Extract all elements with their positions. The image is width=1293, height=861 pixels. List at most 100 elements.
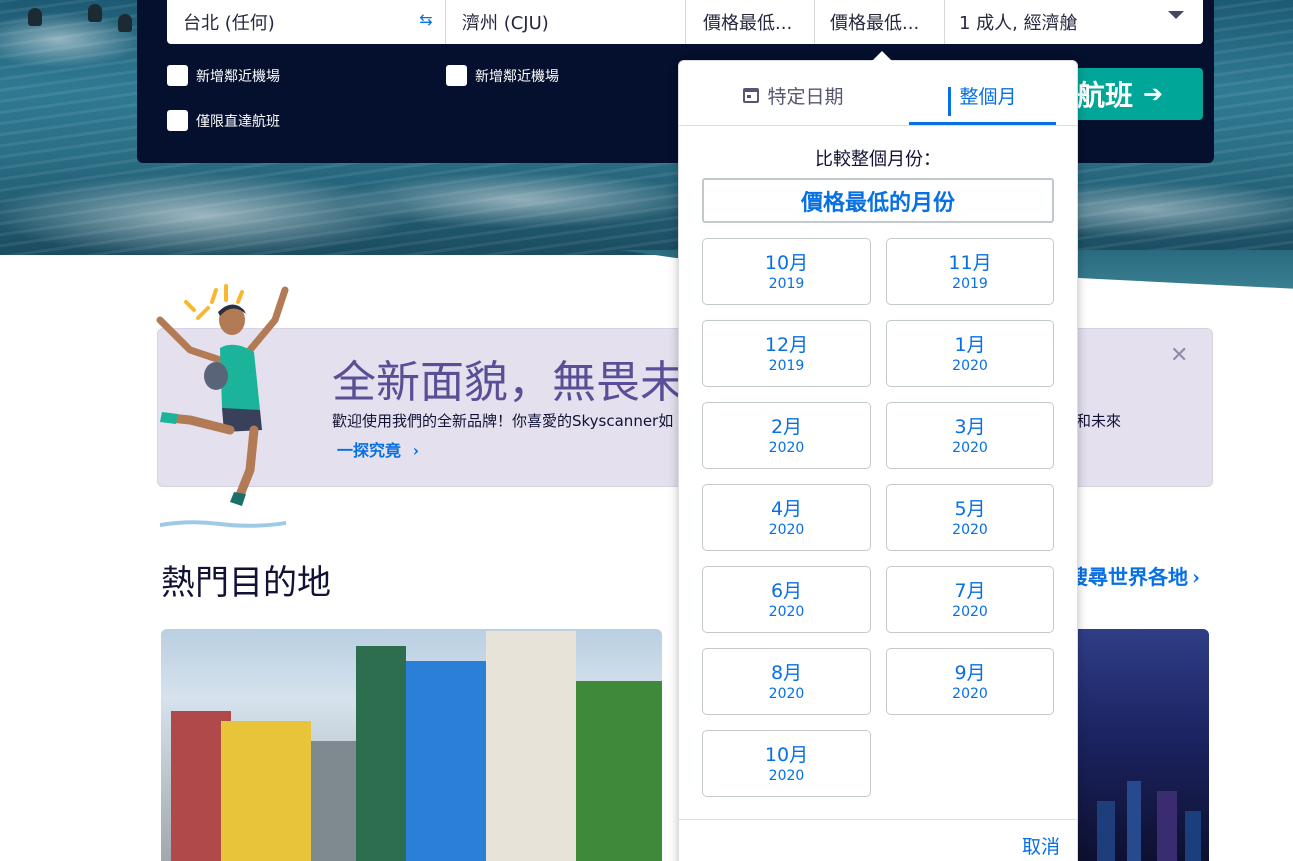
banner-link-label: 一探究竟	[337, 441, 402, 460]
month-option[interactable]: 2月 2020	[702, 402, 871, 469]
month-option[interactable]: 5月 2020	[886, 484, 1054, 551]
month-label: 3月	[954, 415, 986, 438]
banner-learn-more-link[interactable]: 一探究竟 ›	[337, 437, 419, 461]
building	[1185, 811, 1201, 861]
month-option[interactable]: 9月 2020	[886, 648, 1054, 715]
year-label: 2020	[952, 685, 988, 702]
chevron-right-icon: ›	[1192, 565, 1200, 589]
building	[576, 681, 662, 861]
close-icon[interactable]: ✕	[1170, 343, 1188, 368]
month-option[interactable]: 12月 2019	[702, 320, 871, 387]
return-date-field[interactable]: 價格最低...	[815, 0, 945, 44]
building	[221, 721, 311, 861]
divider	[679, 125, 1077, 126]
direct-flights-checkbox[interactable]: 僅限直達航班	[167, 110, 280, 131]
year-label: 2020	[952, 439, 988, 456]
tab-label: 特定日期	[767, 85, 844, 108]
add-nearby-destination-checkbox[interactable]: 新增鄰近機場	[446, 65, 559, 86]
destination-card-image[interactable]	[1077, 629, 1209, 861]
ice-illustration	[160, 520, 286, 528]
tab-whole-month[interactable]: 整個月	[909, 64, 1056, 126]
year-label: 2019	[768, 357, 805, 374]
year-label: 2020	[768, 603, 805, 620]
checkbox-label: 新增鄰近機場	[196, 68, 280, 85]
banner-title: 全新面貌，無畏未	[332, 357, 684, 408]
month-option[interactable]: 10月 2020	[702, 730, 871, 797]
building	[356, 646, 406, 861]
cheapest-month-button[interactable]: 價格最低的月份	[702, 178, 1054, 223]
swap-icon[interactable]: ⇆	[415, 9, 437, 31]
explore-everywhere-link[interactable]: 搜尋世界各地 ›	[1068, 561, 1200, 590]
month-label: 6月	[770, 579, 803, 602]
checkbox-label: 新增鄰近機場	[475, 68, 559, 85]
section-title: 熱門目的地	[161, 563, 331, 603]
dropdown-notch	[872, 51, 892, 61]
checkbox-box[interactable]	[167, 65, 188, 86]
year-label: 2020	[768, 685, 805, 702]
cabin-travellers-value: 1 成人, 經濟艙	[959, 13, 1078, 34]
month-option[interactable]: 3月 2020	[886, 402, 1054, 469]
cancel-button[interactable]: 取消	[1022, 832, 1060, 859]
year-label: 2020	[768, 521, 805, 538]
year-label: 2019	[952, 275, 988, 292]
month-option[interactable]: 10月 2019	[702, 238, 871, 305]
chevron-right-icon: ›	[412, 441, 419, 460]
calendar-icon	[743, 87, 760, 103]
year-label: 2020	[952, 521, 988, 538]
bar-chart-icon	[948, 87, 952, 116]
month-option[interactable]: 8月 2020	[702, 648, 871, 715]
month-option[interactable]: 1月 2020	[886, 320, 1054, 387]
month-label: 10月	[764, 251, 809, 274]
month-option[interactable]: 7月 2020	[886, 566, 1054, 633]
banner-text-tail: 和未來	[1076, 412, 1122, 430]
building	[486, 631, 576, 861]
month-label: 11月	[948, 251, 992, 274]
year-label: 2020	[952, 603, 988, 620]
month-label: 1月	[954, 333, 986, 356]
search-flights-button[interactable]: 航班 ➔	[1071, 68, 1203, 120]
tab-specific-date[interactable]: 特定日期	[679, 64, 908, 126]
banner-text: 歡迎使用我們的全新品牌！你喜愛的Skyscanner如	[332, 412, 674, 430]
month-option[interactable]: 11月 2019	[886, 238, 1054, 305]
swimmer-figure	[28, 8, 42, 26]
month-label: 10月	[764, 743, 809, 766]
origin-field[interactable]: 台北 (任何)	[167, 0, 446, 44]
compare-months-label: 比較整個月份：	[815, 149, 941, 170]
cabin-travellers-field[interactable]: 1 成人, 經濟艙	[945, 0, 1203, 44]
month-label: 9月	[954, 661, 986, 684]
depart-date-value: 價格最低...	[703, 13, 793, 34]
tab-label: 整個月	[959, 85, 1017, 108]
month-option[interactable]: 6月 2020	[702, 566, 871, 633]
depart-date-field[interactable]: 價格最低...	[686, 0, 815, 44]
swimmer-figure	[88, 4, 102, 22]
destination-card-image[interactable]	[161, 629, 662, 861]
building	[311, 741, 356, 861]
building	[1157, 791, 1177, 861]
add-nearby-origin-checkbox[interactable]: 新增鄰近機場	[167, 65, 280, 86]
month-label: 8月	[770, 661, 803, 684]
arrow-right-icon: ➔	[1143, 80, 1164, 108]
search-button-label: 航班	[1077, 79, 1134, 112]
month-label: 5月	[954, 497, 986, 520]
checkbox-box[interactable]	[446, 65, 467, 86]
origin-value: 台北 (任何)	[183, 13, 275, 34]
checkbox-box[interactable]	[167, 110, 188, 131]
return-date-value: 價格最低...	[830, 13, 920, 34]
destination-value: 濟州 (CJU)	[462, 13, 549, 34]
building	[1127, 781, 1141, 861]
year-label: 2019	[768, 275, 805, 292]
month-label: 7月	[954, 579, 986, 602]
year-label: 2020	[768, 767, 805, 784]
explore-link-label: 搜尋世界各地	[1068, 565, 1188, 589]
swimmer-figure	[118, 14, 132, 32]
building	[1097, 801, 1115, 861]
divider	[679, 819, 1077, 820]
destination-field[interactable]: 濟州 (CJU)	[446, 0, 686, 44]
building	[406, 661, 486, 861]
year-label: 2020	[952, 357, 988, 374]
jumping-person-illustration	[156, 284, 289, 506]
month-option[interactable]: 4月 2020	[702, 484, 871, 551]
chevron-down-icon[interactable]	[1168, 11, 1184, 19]
month-label: 12月	[764, 333, 809, 356]
checkbox-label: 僅限直達航班	[196, 113, 280, 130]
